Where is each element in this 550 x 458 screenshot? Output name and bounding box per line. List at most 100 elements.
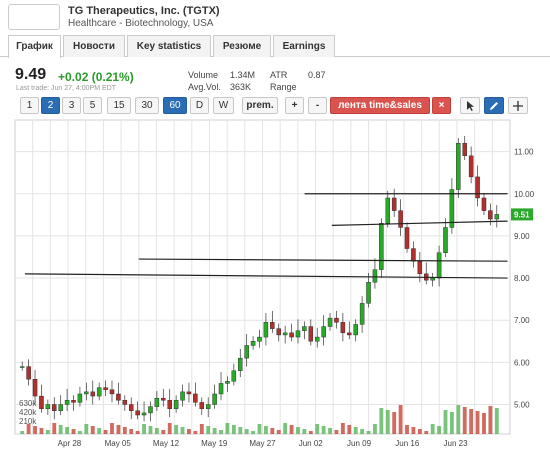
candle-body bbox=[366, 282, 371, 304]
candle-body bbox=[456, 142, 461, 190]
y-tick-label: 11.00 bbox=[514, 148, 534, 157]
volume-bar bbox=[167, 423, 172, 434]
volume-bar bbox=[206, 426, 211, 434]
period-3-button[interactable]: 3 bbox=[62, 97, 81, 114]
volume-bar bbox=[353, 427, 358, 434]
tab-key-statistics[interactable]: Key statistics bbox=[127, 35, 211, 57]
volume-bar bbox=[65, 427, 70, 434]
volume-bar bbox=[129, 429, 134, 434]
candle-body bbox=[52, 404, 57, 412]
volume-bar bbox=[456, 405, 461, 434]
x-tick-label: Jun 23 bbox=[444, 439, 469, 448]
volume-bar bbox=[122, 427, 127, 434]
chart-toolbar: 1 2 3 5 15 30 60 D W prem. + - лента tim… bbox=[0, 97, 550, 116]
volume-bar bbox=[103, 430, 108, 434]
candle-body bbox=[238, 357, 243, 371]
volume-bar bbox=[469, 409, 474, 434]
volume-bar bbox=[154, 428, 159, 434]
pencil-icon[interactable] bbox=[484, 97, 504, 114]
volume-bar bbox=[251, 431, 256, 434]
last-price-label: 9.51 bbox=[514, 210, 530, 219]
candle-body bbox=[122, 400, 128, 405]
crosshair-icon[interactable] bbox=[508, 97, 528, 114]
y-tick-label: 10.00 bbox=[514, 190, 535, 199]
period-2-button[interactable]: 2 bbox=[41, 97, 60, 114]
candle-body bbox=[212, 393, 217, 405]
candle-body bbox=[391, 197, 397, 211]
candle-body bbox=[321, 326, 326, 338]
volume-bar bbox=[58, 425, 63, 434]
period-60-button[interactable]: 60 bbox=[163, 97, 187, 114]
period-1-button[interactable]: 1 bbox=[20, 97, 39, 114]
atr-label: ATR bbox=[270, 70, 288, 80]
candle-body bbox=[64, 400, 70, 405]
candle-body bbox=[327, 317, 333, 327]
period-30-button[interactable]: 30 bbox=[135, 97, 159, 114]
volume-bar bbox=[219, 430, 223, 434]
volume-bar bbox=[174, 425, 179, 434]
tab-chart[interactable]: График bbox=[8, 35, 61, 58]
candle-body bbox=[334, 317, 339, 323]
candle-body bbox=[77, 393, 83, 403]
tab-bar: График Новости Key statistics Резюме Ear… bbox=[0, 35, 550, 58]
x-tick-label: Jun 09 bbox=[347, 439, 372, 448]
quote-panel: 9.49 +0.02 (0.21%) Last trade: Jun 27, 4… bbox=[0, 60, 550, 96]
volume-bar bbox=[276, 430, 281, 434]
candle-body bbox=[225, 381, 230, 384]
candlestick-chart-svg[interactable]: 11.00 10.00 9.00 8.00 7.00 6.00 5.00 Apr 28 May … bbox=[0, 118, 550, 453]
candle-body bbox=[417, 260, 423, 275]
premium-button[interactable]: prem. bbox=[242, 97, 278, 114]
period-week-button[interactable]: W bbox=[213, 97, 234, 114]
volume-bar bbox=[52, 423, 57, 434]
volume-tick-label: 420k bbox=[19, 408, 37, 417]
candle-body bbox=[109, 389, 115, 395]
y-tick-label: 6.00 bbox=[514, 358, 530, 367]
candle-body bbox=[26, 366, 31, 380]
zoom-out-button[interactable]: - bbox=[308, 97, 327, 114]
volume-bar bbox=[39, 428, 44, 434]
volume-bar bbox=[321, 426, 326, 434]
candle-body bbox=[411, 248, 416, 262]
company-sector: Healthcare - Biotechnology, USA bbox=[68, 18, 214, 29]
candle-body bbox=[186, 391, 192, 395]
cursor-arrow-icon[interactable] bbox=[460, 97, 480, 114]
candle-body bbox=[443, 227, 448, 253]
volume-bar bbox=[263, 426, 268, 434]
candle-body bbox=[58, 404, 63, 412]
price-chart[interactable]: 11.00 10.00 9.00 8.00 7.00 6.00 5.00 Apr 28 May … bbox=[0, 118, 550, 453]
volume-bar bbox=[296, 427, 300, 434]
volume-label: Volume bbox=[188, 70, 219, 80]
time-and-sales-button[interactable]: лента time&sales bbox=[330, 97, 430, 114]
volume-bar bbox=[385, 410, 390, 434]
candle-body bbox=[436, 252, 442, 279]
y-tick-label: 8.00 bbox=[514, 274, 530, 283]
period-15-button[interactable]: 15 bbox=[107, 97, 131, 114]
volume-bar bbox=[45, 430, 50, 434]
volume-bar bbox=[199, 424, 204, 434]
tab-earnings[interactable]: Earnings bbox=[273, 35, 335, 57]
volume-bar bbox=[392, 412, 397, 434]
candle-body bbox=[404, 227, 410, 249]
candle-body bbox=[244, 345, 249, 359]
period-5-button[interactable]: 5 bbox=[83, 97, 102, 114]
tab-summary[interactable]: Резюме bbox=[213, 35, 271, 57]
volume-bar bbox=[379, 408, 384, 434]
candle-body bbox=[359, 303, 365, 325]
candle-body bbox=[385, 197, 391, 224]
zoom-in-button[interactable]: + bbox=[285, 97, 304, 114]
candle-body bbox=[32, 379, 38, 397]
candle-body bbox=[353, 324, 358, 336]
candle-body bbox=[314, 336, 320, 342]
period-day-button[interactable]: D bbox=[190, 97, 209, 114]
candle-body bbox=[475, 176, 480, 199]
tab-news[interactable]: Новости bbox=[63, 35, 125, 57]
volume-bar bbox=[411, 427, 416, 434]
volume-bar bbox=[142, 424, 146, 434]
candle-body bbox=[289, 332, 294, 338]
volume-bar bbox=[494, 408, 499, 434]
x-tick-label: May 27 bbox=[249, 439, 276, 448]
close-tape-button[interactable]: × bbox=[432, 97, 451, 114]
x-tick-label: Jun 16 bbox=[395, 439, 420, 448]
candle-body bbox=[193, 393, 198, 403]
volume-bar bbox=[462, 407, 467, 434]
